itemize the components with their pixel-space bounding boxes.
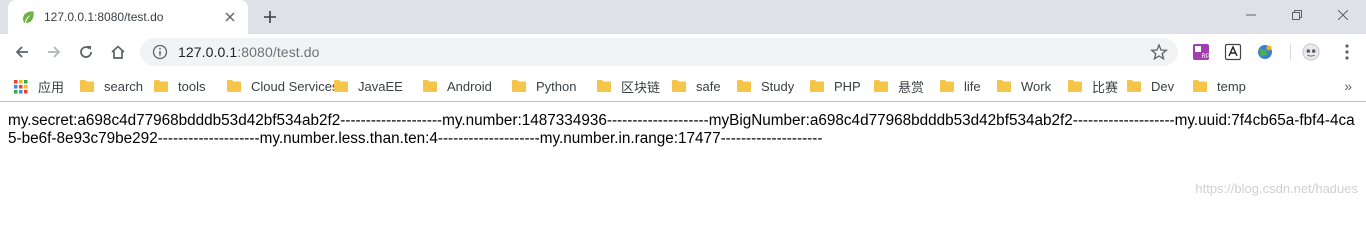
page-content: my.secret:a698c4d77968bdddb53d42bf534ab2… [0, 102, 1366, 204]
bookmark-star-icon[interactable] [1150, 43, 1168, 61]
folder-icon [227, 80, 241, 92]
folder-icon [597, 80, 611, 92]
bookmark-label: life [964, 78, 981, 94]
bookmark-folder-1[interactable]: search [80, 76, 143, 96]
spring-leaf-icon [20, 9, 36, 25]
bookmark-label: temp [1217, 78, 1246, 94]
new-tab-button[interactable] [258, 6, 282, 28]
tab-title: 127.0.0.1:8080/test.do [44, 10, 164, 24]
bookmark-label: Python [536, 78, 577, 94]
forward-arrow-icon [48, 46, 61, 58]
apps-grid-icon [14, 80, 28, 94]
toolbar-separator [1290, 44, 1291, 60]
url-path: :8080/test.do [237, 44, 320, 60]
address-bar[interactable]: 127.0.0.1:8080/test.do [140, 38, 1178, 66]
more-bookmarks-button[interactable]: » [1344, 76, 1352, 96]
bookmark-folder-13[interactable]: Work [997, 76, 1051, 96]
folder-icon [810, 80, 824, 92]
folder-icon [874, 80, 888, 92]
bookmark-label: Cloud Services [251, 78, 339, 94]
bookmark-folder-16[interactable]: temp [1193, 76, 1246, 96]
bookmark-label: PHP [834, 78, 861, 94]
folder-icon [737, 80, 751, 92]
url-host: 127.0.0.1 [178, 44, 238, 60]
window-controls [1228, 0, 1366, 30]
folder-icon [512, 80, 526, 92]
bookmark-folder-5[interactable]: Android [423, 76, 492, 96]
bookmark-label: tools [178, 78, 206, 94]
close-window-button[interactable] [1320, 0, 1366, 30]
bookmark-folder-15[interactable]: Dev [1127, 76, 1174, 96]
bookmark-folder-6[interactable]: Python [512, 76, 576, 96]
minimize-button[interactable] [1228, 0, 1274, 30]
info-icon[interactable] [152, 44, 168, 60]
svg-text:RP: RP [1202, 54, 1210, 60]
bookmark-label: search [104, 78, 144, 94]
bookmark-label: JavaEE [358, 78, 403, 94]
watermark: https://blog.csdn.net/hadues [1195, 181, 1358, 196]
reload-button[interactable] [74, 40, 98, 64]
home-button[interactable] [106, 40, 130, 64]
folder-icon [1127, 80, 1141, 92]
folder-icon [334, 80, 348, 92]
url-text: 127.0.0.1:8080/test.do [178, 44, 320, 60]
bookmark-folder-9[interactable]: Study [737, 76, 794, 96]
bookmark-folder-10[interactable]: PHP [810, 76, 861, 96]
back-button[interactable] [10, 40, 34, 64]
tab-strip: 127.0.0.1:8080/test.do [0, 0, 1366, 34]
back-arrow-icon [15, 46, 28, 58]
translate-extension-icon[interactable] [1224, 43, 1242, 61]
globe-extension-icon[interactable] [1256, 43, 1274, 61]
close-tab-icon[interactable] [222, 9, 238, 25]
bookmark-folder-3[interactable]: Cloud Services [227, 76, 338, 96]
bookmark-folder-8[interactable]: safe [672, 76, 721, 96]
forward-button[interactable] [42, 40, 66, 64]
bookmarks-bar: 应用 search tools Cloud Services JavaEE Androi… [0, 70, 1366, 102]
bookmark-folder-11[interactable]: 悬赏 [874, 76, 924, 96]
bookmark-label: Study [761, 78, 795, 94]
bookmark-folder-7[interactable]: 区块链 [597, 76, 660, 96]
folder-icon [997, 80, 1011, 92]
profile-avatar-icon[interactable] [1302, 43, 1320, 61]
bookmark-label: 区块链 [621, 79, 661, 95]
folder-icon [154, 80, 168, 92]
folder-icon [1193, 80, 1207, 92]
bookmark-label: safe [696, 78, 721, 94]
bookmark-label: 应用 [38, 79, 65, 95]
bookmark-folder-14[interactable]: 比赛 [1068, 76, 1118, 96]
folder-icon [940, 80, 954, 92]
bookmark-apps[interactable]: 应用 [14, 76, 64, 96]
folder-icon [1068, 80, 1082, 92]
bookmark-folder-4[interactable]: JavaEE [334, 76, 403, 96]
response-text: my.secret:a698c4d77968bdddb53d42bf534ab2… [8, 112, 1355, 147]
bookmark-folder-2[interactable]: tools [154, 76, 205, 96]
bookmark-label: 比赛 [1092, 79, 1119, 95]
bookmark-label: Dev [1151, 78, 1175, 94]
toolbar: 127.0.0.1:8080/test.do RP [0, 34, 1366, 70]
home-icon [111, 45, 125, 59]
menu-kebab-icon[interactable] [1338, 43, 1356, 61]
reload-icon [80, 46, 92, 58]
rp-extension-icon[interactable]: RP [1192, 43, 1210, 61]
restore-button[interactable] [1274, 0, 1320, 30]
bookmark-folder-12[interactable]: life [940, 76, 981, 96]
bookmark-label: Work [1021, 78, 1052, 94]
folder-icon [672, 80, 686, 92]
folder-icon [80, 80, 94, 92]
bookmark-label: 悬赏 [898, 79, 925, 95]
folder-icon [423, 80, 437, 92]
active-tab[interactable]: 127.0.0.1:8080/test.do [8, 0, 248, 34]
bookmark-label: Android [447, 78, 492, 94]
